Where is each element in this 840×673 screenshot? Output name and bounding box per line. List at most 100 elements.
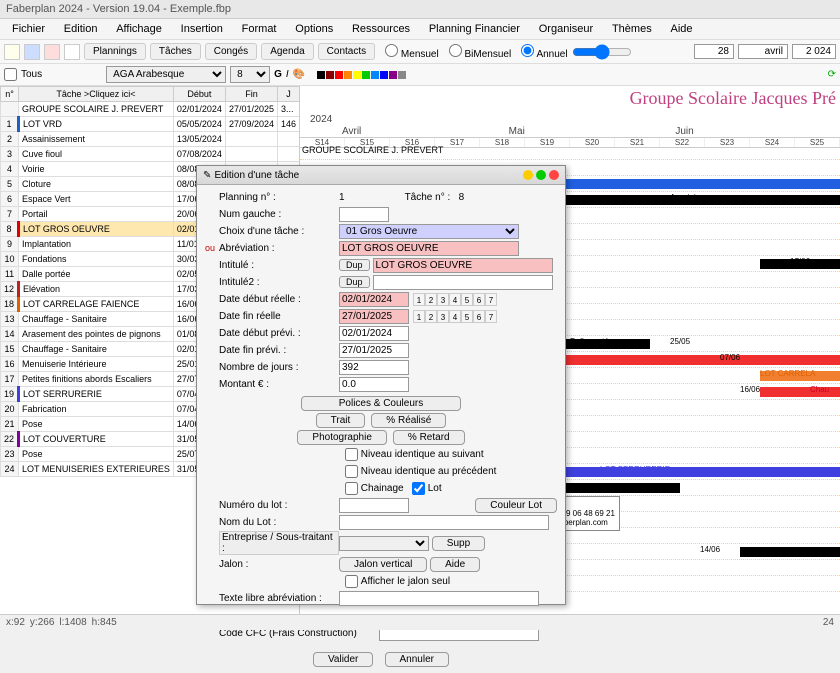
dialog-title-text: Edition d'une tâche bbox=[214, 170, 299, 181]
intitule-input[interactable] bbox=[373, 258, 553, 273]
italic-icon[interactable]: I bbox=[286, 69, 289, 80]
table-row[interactable]: GROUPE SCOLAIRE J. PREVERT02/01/202427/0… bbox=[1, 102, 301, 117]
polices-button[interactable]: Polices & Couleurs bbox=[301, 396, 461, 411]
font-select[interactable]: AGA Arabesque bbox=[106, 66, 226, 83]
intitule-label: Intitulé : bbox=[219, 260, 339, 271]
save-icon[interactable] bbox=[24, 44, 40, 60]
col-fin[interactable]: Fin bbox=[225, 87, 277, 102]
tab-taches[interactable]: Tâches bbox=[150, 43, 201, 60]
afficher-checkbox[interactable] bbox=[345, 574, 358, 589]
minimize-icon[interactable] bbox=[523, 170, 533, 180]
menu-organiseur[interactable]: Organiseur bbox=[531, 21, 601, 37]
maximize-icon[interactable] bbox=[536, 170, 546, 180]
month-juin: Juin bbox=[673, 126, 840, 137]
numg-input[interactable] bbox=[339, 207, 389, 222]
menu-aide[interactable]: Aide bbox=[662, 21, 700, 37]
abrev-input[interactable] bbox=[339, 241, 519, 256]
palette-icon[interactable]: 🎨 bbox=[293, 69, 305, 80]
gantt-date-label: 16/06 bbox=[740, 385, 760, 394]
month-field[interactable] bbox=[738, 44, 788, 59]
niv2-checkbox[interactable] bbox=[345, 464, 358, 479]
print-icon[interactable] bbox=[64, 44, 80, 60]
menu-planning-financier[interactable]: Planning Financier bbox=[421, 21, 528, 37]
col-num: n° bbox=[1, 87, 19, 102]
menu-affichage[interactable]: Affichage bbox=[108, 21, 170, 37]
menu-edition[interactable]: Edition bbox=[56, 21, 106, 37]
new-icon[interactable] bbox=[4, 44, 20, 60]
supp-button[interactable]: Supp bbox=[432, 536, 485, 551]
dfp-input[interactable] bbox=[339, 343, 409, 358]
aide-button[interactable]: Aide bbox=[430, 557, 480, 572]
valider-button[interactable]: Valider bbox=[313, 652, 373, 667]
retard-button[interactable]: % Retard bbox=[393, 430, 465, 445]
col-j[interactable]: J bbox=[277, 87, 299, 102]
year-field[interactable] bbox=[792, 44, 836, 59]
tab-plannings[interactable]: Plannings bbox=[84, 43, 146, 60]
dup2-button[interactable]: Dup bbox=[339, 276, 370, 288]
ddr-input[interactable] bbox=[339, 292, 409, 307]
gantt-year: 2024 bbox=[310, 114, 332, 125]
entreprise-select[interactable] bbox=[339, 536, 429, 551]
dup-button[interactable]: Dup bbox=[339, 259, 370, 271]
afficher-label: Afficher le jalon seul bbox=[361, 576, 450, 587]
numlot-input[interactable] bbox=[339, 498, 409, 513]
radio-annuel[interactable]: Annuel bbox=[515, 44, 567, 60]
close-icon[interactable] bbox=[549, 170, 559, 180]
gantt-group-label: GROUPE SCOLAIRE J. PREVERT bbox=[302, 145, 443, 155]
couleurlot-button[interactable]: Couleur Lot bbox=[475, 498, 557, 513]
table-row[interactable]: 3Cuve fioul07/08/2024 bbox=[1, 147, 301, 162]
delete-icon[interactable] bbox=[44, 44, 60, 60]
choix-select[interactable]: 01 Gros Oeuvre bbox=[339, 224, 519, 239]
montant-input[interactable] bbox=[339, 377, 409, 392]
tab-conges[interactable]: Congés bbox=[205, 43, 257, 60]
trait-button[interactable]: Trait bbox=[316, 413, 366, 428]
zoom-slider[interactable] bbox=[572, 44, 632, 60]
lot-checkbox[interactable] bbox=[412, 481, 425, 496]
col-debut[interactable]: Début bbox=[173, 87, 225, 102]
tous-checkbox[interactable] bbox=[4, 68, 17, 81]
gantt-bar[interactable] bbox=[740, 547, 840, 557]
niv1-checkbox[interactable] bbox=[345, 447, 358, 462]
window-title: Faberplan 2024 - Version 19.04 - Exemple… bbox=[0, 0, 840, 19]
gantt-date-label: 17/06 bbox=[790, 257, 810, 266]
table-row[interactable]: 2Assainissement13/05/2024 bbox=[1, 132, 301, 147]
toolbar-main: Plannings Tâches Congés Agenda Contacts … bbox=[0, 40, 840, 64]
realise-button[interactable]: % Réalisé bbox=[371, 413, 446, 428]
menu-fichier[interactable]: Fichier bbox=[4, 21, 53, 37]
photo-button[interactable]: Photographie bbox=[297, 430, 387, 445]
radio-bimensuel[interactable]: BiMensuel bbox=[443, 44, 511, 60]
menu-insertion[interactable]: Insertion bbox=[173, 21, 231, 37]
tab-agenda[interactable]: Agenda bbox=[261, 43, 313, 60]
menu-options[interactable]: Options bbox=[287, 21, 341, 37]
col-tache[interactable]: Tâche >Cliquez ici< bbox=[19, 87, 174, 102]
abrev-label: Abréviation : bbox=[219, 243, 339, 254]
menu-format[interactable]: Format bbox=[234, 21, 285, 37]
tab-contacts[interactable]: Contacts bbox=[318, 43, 375, 60]
gantt-row: GROUPE SCOLAIRE J. PREVERT bbox=[300, 144, 840, 160]
radio-mensuel[interactable]: Mensuel bbox=[379, 44, 439, 60]
gantt-text-label: Dalle portée bbox=[570, 337, 613, 346]
nomlot-input[interactable] bbox=[339, 515, 549, 530]
table-row[interactable]: 1LOT VRD05/05/202427/09/2024146>menu< bbox=[1, 117, 301, 132]
dfr-input[interactable] bbox=[339, 309, 409, 324]
color-swatches[interactable] bbox=[317, 71, 406, 79]
chainage-checkbox[interactable] bbox=[345, 481, 358, 496]
nj-input[interactable] bbox=[339, 360, 409, 375]
jalonv-button[interactable]: Jalon vertical bbox=[339, 557, 427, 572]
month-mai: Mai bbox=[507, 126, 674, 137]
ddp-label: Date début prévi. : bbox=[219, 328, 339, 339]
day-field[interactable] bbox=[694, 44, 734, 59]
refresh-icon[interactable]: ⟳ bbox=[828, 69, 836, 80]
pencil-icon: ✎ bbox=[203, 170, 211, 181]
texte-input[interactable] bbox=[339, 591, 539, 606]
ddp-input[interactable] bbox=[339, 326, 409, 341]
gantt-date-label: 25/05 bbox=[670, 337, 690, 346]
size-select[interactable]: 8 bbox=[230, 66, 270, 83]
intitule2-input[interactable] bbox=[373, 275, 553, 290]
menu-themes[interactable]: Thèmes bbox=[604, 21, 660, 37]
month-avril: Avril bbox=[340, 126, 507, 137]
menu-ressources[interactable]: Ressources bbox=[344, 21, 418, 37]
choix-label: Choix d'une tâche : bbox=[219, 226, 339, 237]
annuler-button[interactable]: Annuler bbox=[385, 652, 449, 667]
bold-icon[interactable]: G bbox=[274, 69, 282, 80]
